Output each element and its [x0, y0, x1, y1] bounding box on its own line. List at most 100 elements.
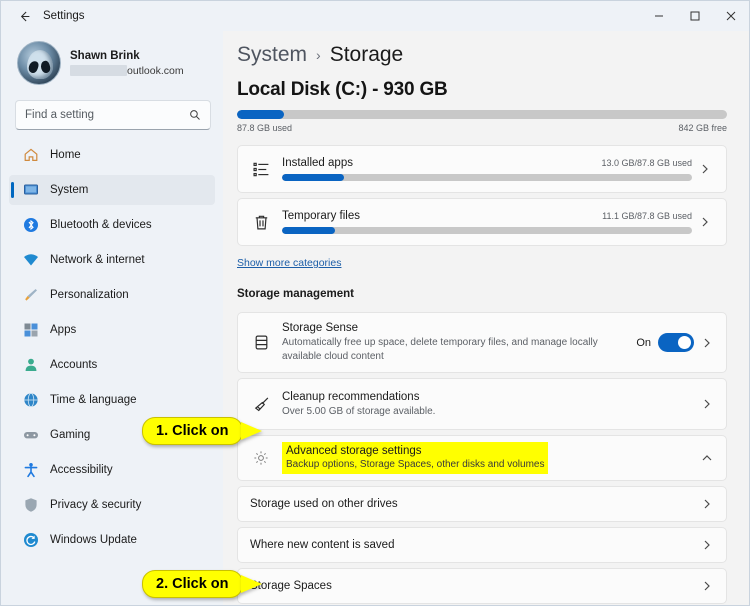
storage-management-list: Storage Sense Automatically free up spac…: [237, 312, 727, 606]
search-input[interactable]: [25, 109, 201, 121]
disk-usage-bar: [237, 110, 727, 119]
bluetooth-icon: [23, 217, 39, 233]
window-controls: [641, 1, 749, 31]
row-title: Storage Sense: [282, 321, 636, 336]
category-bar-fill: [282, 227, 335, 234]
page-title: Local Disk (C:) - 930 GB: [237, 79, 733, 101]
callout-step-1: 1. Click on: [142, 417, 262, 445]
sidebar-item-bluetooth-devices[interactable]: Bluetooth & devices: [9, 210, 215, 240]
storage-categories: Installed apps 13.0 GB/87.8 GB used: [237, 145, 727, 246]
row-title: Where new content is saved: [250, 539, 694, 551]
callout-text: 2. Click on: [142, 570, 243, 598]
sidebar-item-personalization[interactable]: Personalization: [9, 280, 215, 310]
sidebar-item-label: Gaming: [50, 429, 90, 441]
storage-sense-toggle[interactable]: [658, 333, 694, 352]
callout-tail: [241, 575, 262, 593]
callout-text: 1. Click on: [142, 417, 243, 445]
sidebar-item-home[interactable]: Home: [9, 140, 215, 170]
sidebar-item-label: Bluetooth & devices: [50, 219, 152, 231]
close-button[interactable]: [713, 1, 749, 31]
category-used: 11.1 GB/87.8 GB used: [602, 211, 692, 221]
row-storage-sense[interactable]: Storage Sense Automatically free up spac…: [237, 312, 727, 373]
sidebar-item-label: Privacy & security: [50, 499, 141, 511]
gear-icon: [250, 450, 272, 466]
account-name: Shawn Brink: [70, 49, 184, 64]
sidebar-item-accounts[interactable]: Accounts: [9, 350, 215, 380]
row-title: Cleanup recommendations: [282, 390, 694, 405]
chevron-right-icon[interactable]: [692, 164, 718, 174]
window-title: Settings: [43, 10, 85, 22]
account-summary[interactable]: Shawn Brink outlook.com: [9, 35, 215, 91]
person-icon: [23, 357, 39, 373]
row-subtitle: Backup options, Storage Spaces, other di…: [286, 458, 544, 471]
chevron-right-icon[interactable]: [694, 499, 720, 509]
category-installed-apps[interactable]: Installed apps 13.0 GB/87.8 GB used: [237, 145, 727, 193]
minimize-button[interactable]: [641, 1, 677, 31]
sidebar-item-label: Accounts: [50, 359, 97, 371]
broom-icon: [250, 396, 272, 413]
back-button[interactable]: [9, 4, 39, 28]
category-name: Installed apps: [282, 157, 353, 169]
sidebar-item-label: Personalization: [50, 289, 129, 301]
category-name: Temporary files: [282, 210, 360, 222]
sidebar-item-privacy-security[interactable]: Privacy & security: [9, 490, 215, 520]
section-title-storage-management: Storage management: [237, 288, 733, 300]
apps-icon: [23, 322, 39, 338]
breadcrumb: System › Storage: [231, 43, 733, 67]
callout-step-2: 2. Click on: [142, 570, 262, 598]
update-icon: [23, 532, 39, 548]
category-used: 13.0 GB/87.8 GB used: [601, 158, 692, 168]
disk-free-label: 842 GB free: [678, 123, 727, 133]
sidebar-item-windows-update[interactable]: Windows Update: [9, 525, 215, 555]
sidebar: Shawn Brink outlook.com: [1, 31, 223, 606]
search-box[interactable]: [15, 100, 211, 130]
row-advanced-storage-settings[interactable]: Advanced storage settings Backup options…: [237, 435, 727, 481]
trash-icon: [250, 214, 272, 231]
wifi-icon: [23, 252, 39, 268]
category-bar: [282, 174, 692, 181]
sidebar-item-label: Home: [50, 149, 81, 161]
breadcrumb-separator: ›: [316, 47, 321, 63]
main-content: System › Storage Local Disk (C:) - 930 G…: [223, 31, 749, 606]
sidebar-item-label: Time & language: [50, 394, 137, 406]
row-storage-used-on-other-drives[interactable]: Storage used on other drives: [237, 486, 727, 522]
chevron-right-icon[interactable]: [694, 399, 720, 409]
drive-icon: [250, 334, 272, 351]
disk-usage-fill: [237, 110, 284, 119]
disk-used-label: 87.8 GB used: [237, 123, 292, 133]
chevron-right-icon[interactable]: [694, 581, 720, 591]
sidebar-item-network-internet[interactable]: Network & internet: [9, 245, 215, 275]
list-icon: [250, 161, 272, 178]
redacted-email-bar: [70, 65, 127, 76]
sidebar-item-label: Apps: [50, 324, 76, 336]
category-temporary-files[interactable]: Temporary files 11.1 GB/87.8 GB used: [237, 198, 727, 246]
row-cleanup-recommendations[interactable]: Cleanup recommendations Over 5.00 GB of …: [237, 378, 727, 430]
row-where-new-content-is-saved[interactable]: Where new content is saved: [237, 527, 727, 563]
account-email: outlook.com: [127, 64, 184, 78]
toggle-state-label: On: [636, 337, 651, 349]
category-bar: [282, 227, 692, 234]
row-title: Storage used on other drives: [250, 498, 694, 510]
sidebar-item-apps[interactable]: Apps: [9, 315, 215, 345]
show-more-categories-link[interactable]: Show more categories: [237, 257, 341, 269]
paintbrush-icon: [23, 287, 39, 303]
sidebar-item-time-language[interactable]: Time & language: [9, 385, 215, 415]
chevron-right-icon[interactable]: [694, 540, 720, 550]
breadcrumb-current: Storage: [330, 43, 404, 67]
title-bar: Settings: [1, 1, 749, 31]
chevron-up-icon[interactable]: [694, 453, 720, 463]
row-storage-spaces[interactable]: Storage Spaces: [237, 568, 727, 604]
sidebar-item-system[interactable]: System: [9, 175, 215, 205]
sidebar-item-accessibility[interactable]: Accessibility: [9, 455, 215, 485]
sidebar-nav: Home System Bluetooth & devices: [9, 140, 215, 555]
row-subtitle: Automatically free up space, delete temp…: [282, 336, 636, 364]
clock-globe-icon: [23, 392, 39, 408]
monitor-icon: [23, 182, 39, 198]
breadcrumb-parent[interactable]: System: [237, 43, 307, 67]
maximize-button[interactable]: [677, 1, 713, 31]
chevron-right-icon[interactable]: [694, 338, 720, 348]
home-icon: [23, 147, 39, 163]
shield-icon: [23, 497, 39, 513]
sidebar-item-label: Network & internet: [50, 254, 145, 266]
chevron-right-icon[interactable]: [692, 217, 718, 227]
